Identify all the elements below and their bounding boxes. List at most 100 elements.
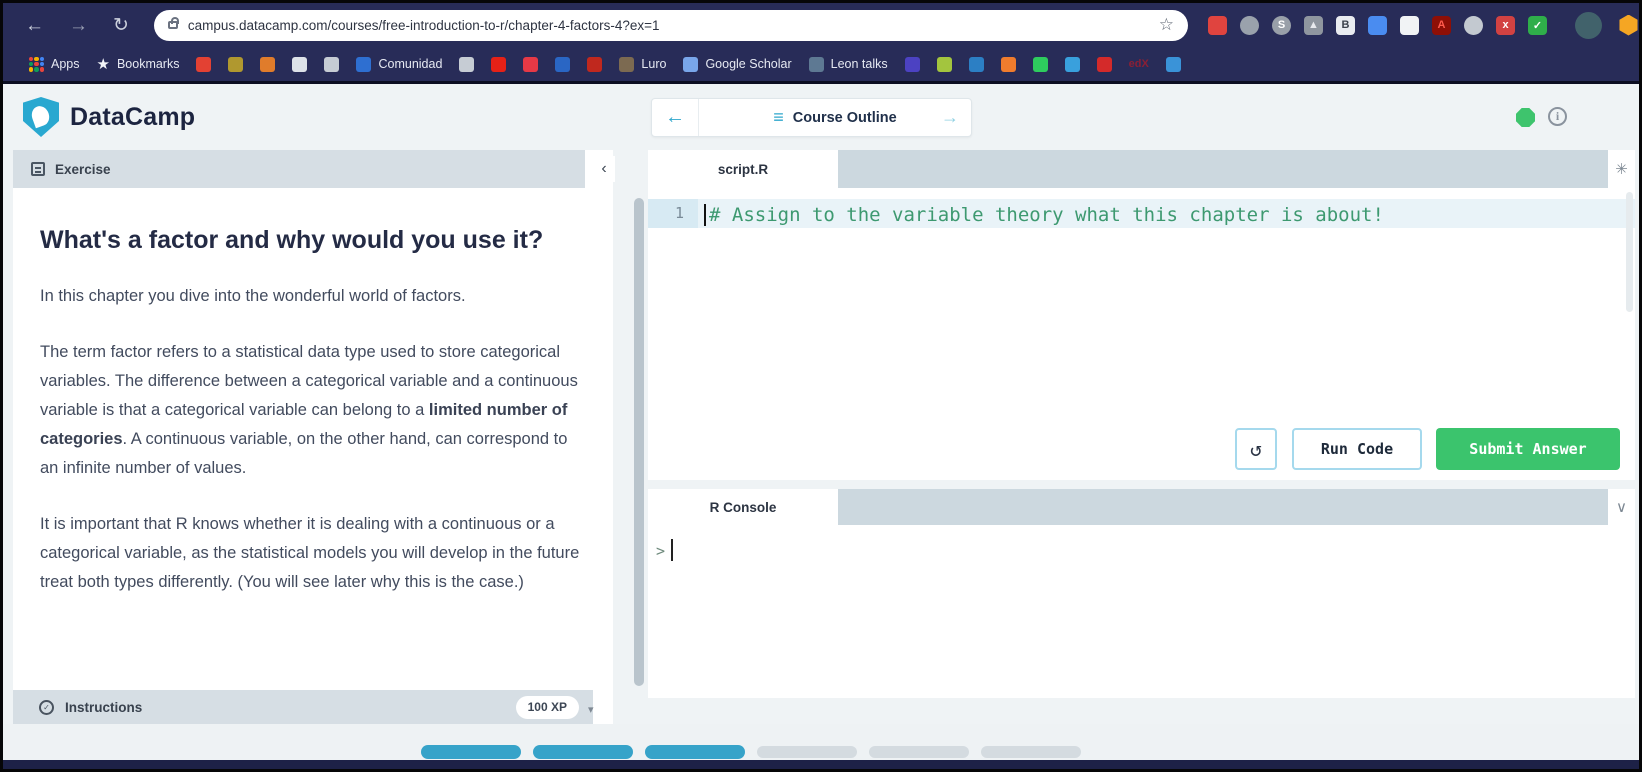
bookmark-item[interactable]: Luro [619, 57, 666, 72]
scroll-down-icon: ▾ [588, 703, 594, 716]
bookmark-item[interactable] [1097, 57, 1112, 72]
browser-nav-row: ← → ↻ campus.datacamp.com/courses/free-i… [3, 3, 1639, 47]
address-bar[interactable]: campus.datacamp.com/courses/free-introdu… [154, 10, 1188, 41]
favicon [523, 57, 538, 72]
bookmark-item[interactable] [292, 57, 307, 72]
instructions-label: Instructions [65, 700, 516, 715]
url-text[interactable]: campus.datacamp.com/courses/free-introdu… [188, 18, 1159, 33]
bookmark-item[interactable]: Apps [29, 57, 80, 72]
run-code-button[interactable]: Run Code [1292, 428, 1422, 470]
exercise-panel: Exercise ‹ What's a factor and why would… [13, 150, 613, 724]
reload-icon[interactable]: ↻ [113, 16, 129, 35]
course-outline-button[interactable]: ≡ Course Outline → [699, 99, 971, 136]
red-x-extension-icon[interactable]: x [1496, 16, 1515, 35]
session-status-indicator[interactable] [1516, 108, 1535, 127]
code-editor[interactable]: 1 # Assign to the variable theory what t… [648, 188, 1635, 480]
bottom-border [3, 760, 1639, 769]
brand-name: DataCamp [70, 103, 195, 132]
bookmark-star-icon[interactable]: ☆ [1159, 15, 1174, 35]
bookmark-item[interactable] [228, 57, 243, 72]
favicon [1097, 57, 1112, 72]
datacamp-brand[interactable]: DataCamp [23, 97, 195, 137]
reset-code-button[interactable]: ↺ [1235, 428, 1277, 470]
bookmark-item[interactable] [196, 57, 211, 72]
globe-icon [324, 57, 339, 72]
lock-icon [168, 21, 178, 29]
s-extension-icon[interactable]: S [1272, 16, 1291, 35]
bookmark-item[interactable] [587, 57, 602, 72]
bookmark-item[interactable] [1065, 57, 1080, 72]
bookmark-item[interactable] [491, 57, 506, 72]
bookmark-item[interactable] [324, 57, 339, 72]
panel-scrollbar[interactable] [634, 198, 644, 686]
previous-exercise-button[interactable]: ← [652, 99, 699, 136]
course-outline-nav: ← ≡ Course Outline → [651, 98, 972, 137]
gray-extension-icon[interactable] [1240, 16, 1259, 35]
google-scholar-icon [683, 57, 698, 72]
tab-r-console[interactable]: R Console [648, 489, 838, 525]
datacamp-header: DataCamp ← ≡ Course Outline → i [3, 84, 1639, 150]
favicon [619, 57, 634, 72]
profile-avatar[interactable] [1575, 12, 1602, 39]
octo-extension-icon[interactable] [1464, 16, 1483, 35]
bookmark-item[interactable] [1001, 57, 1016, 72]
progress-segment-incomplete[interactable] [981, 746, 1081, 758]
bookmark-item[interactable] [1033, 57, 1048, 72]
bookmark-item[interactable] [555, 57, 570, 72]
forward-icon[interactable]: → [69, 16, 88, 35]
console-caret [671, 539, 673, 561]
edx-icon: edX [1129, 58, 1149, 70]
exercise-paragraph-1: In this chapter you dive into the wonder… [40, 282, 585, 311]
collapse-panel-button[interactable]: ‹ [593, 156, 615, 182]
progress-segment-incomplete[interactable] [757, 746, 857, 758]
bookmark-item[interactable] [523, 57, 538, 72]
console-collapse-icon[interactable]: ∨ [1608, 489, 1635, 525]
bookmark-item[interactable] [969, 57, 984, 72]
exercise-paragraph-2: The term factor refers to a statistical … [40, 338, 585, 483]
r-console[interactable]: > [648, 525, 1635, 698]
editor-actions: ↺ Run Code Submit Answer [1235, 428, 1620, 470]
editor-active-line[interactable]: 1 # Assign to the variable theory what t… [648, 199, 1635, 228]
tab-script-r[interactable]: script.R [648, 150, 838, 188]
bookmark-label: Comunidad [378, 57, 442, 71]
instructions-bar[interactable]: ✓ Instructions 100 XP [13, 690, 593, 724]
bookmark-item[interactable]: Comunidad [356, 57, 442, 72]
editor-settings-icon[interactable]: ✳ [1608, 150, 1635, 188]
code-comment[interactable]: # Assign to the variable theory what thi… [698, 199, 1384, 228]
xp-badge: 100 XP [516, 696, 579, 719]
triangle-extension-icon[interactable]: ▲ [1304, 16, 1323, 35]
editor-scrollbar[interactable] [1626, 192, 1633, 312]
back-icon[interactable]: ← [25, 16, 44, 35]
browser-menu-icon[interactable] [1618, 15, 1639, 36]
bookmark-item[interactable] [1166, 57, 1181, 72]
youtube-icon [491, 57, 506, 72]
submit-answer-button[interactable]: Submit Answer [1436, 428, 1620, 470]
bookmark-item[interactable]: ★Bookmarks [97, 57, 180, 72]
b-extension-icon[interactable]: B [1336, 16, 1355, 35]
bookmark-item[interactable]: Google Scholar [683, 57, 791, 72]
photos-extension-icon[interactable] [1400, 16, 1419, 35]
progress-segment-complete[interactable] [645, 745, 745, 759]
next-exercise-icon[interactable]: → [941, 107, 959, 128]
info-icon[interactable]: i [1548, 107, 1567, 126]
favicon [587, 57, 602, 72]
bookmark-label: Google Scholar [705, 57, 791, 71]
favicon [1001, 57, 1016, 72]
instructions-check-icon: ✓ [39, 700, 54, 715]
bookmark-item[interactable] [937, 57, 952, 72]
red-shield-extension-icon[interactable] [1208, 16, 1227, 35]
bookmark-item[interactable] [905, 57, 920, 72]
bookmark-label: Bookmarks [117, 57, 180, 71]
bookmark-item[interactable] [459, 57, 474, 72]
blue-drop-extension-icon[interactable] [1368, 16, 1387, 35]
bookmark-item[interactable] [260, 57, 275, 72]
bookmark-item[interactable]: edX [1129, 58, 1149, 70]
progress-segment-complete[interactable] [421, 745, 521, 759]
exercise-paragraph-3: It is important that R knows whether it … [40, 510, 585, 597]
progress-segment-incomplete[interactable] [869, 746, 969, 758]
acrobat-extension-icon[interactable]: A [1432, 16, 1451, 35]
bookmark-item[interactable]: Leon talks [809, 57, 888, 72]
progress-segment-complete[interactable] [533, 745, 633, 759]
console-prompt: > [656, 539, 665, 560]
green-check-extension-icon[interactable]: ✓ [1528, 16, 1547, 35]
